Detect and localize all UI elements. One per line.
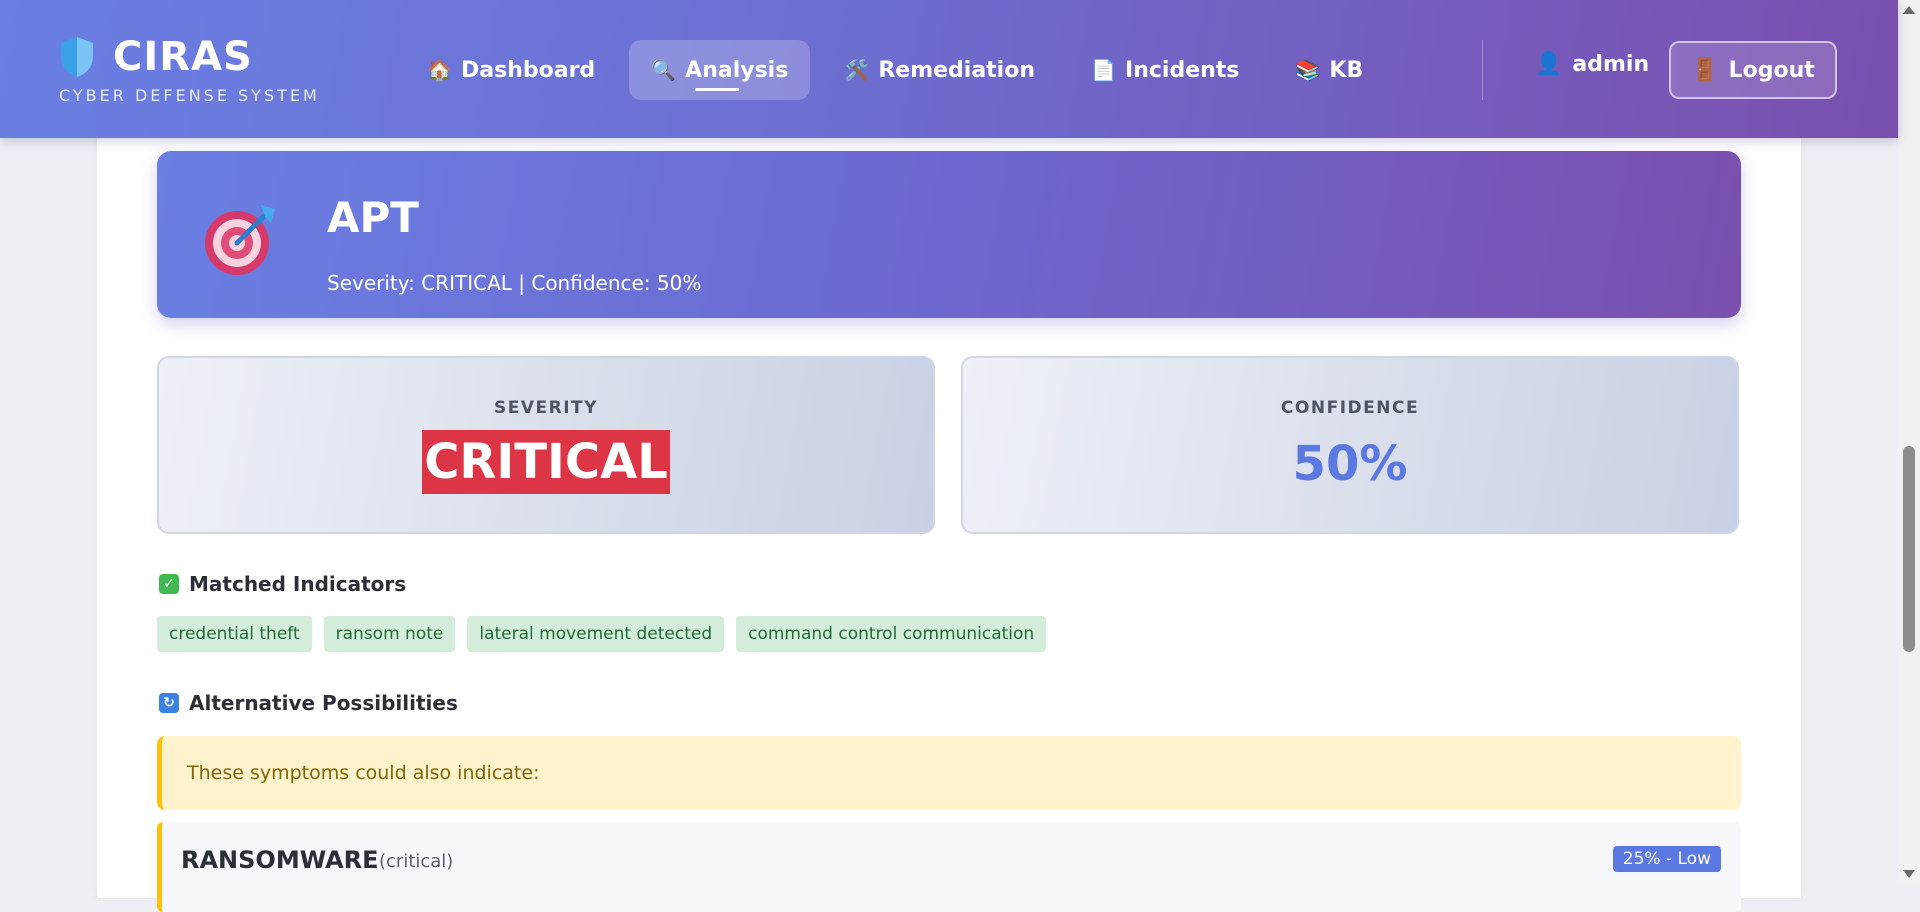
severity-value: CRITICAL (422, 430, 670, 494)
refresh-icon: ↻ (159, 693, 179, 713)
nav-label: Incidents (1125, 57, 1240, 83)
shield-icon (61, 37, 93, 77)
user-icon: 👤 (1535, 52, 1563, 77)
document-icon: 📄 (1091, 58, 1116, 82)
nav-kb[interactable]: 📚 KB (1273, 40, 1385, 100)
threat-subtitle: Severity: CRITICAL | Confidence: 50% (327, 271, 702, 295)
username: admin (1572, 52, 1650, 77)
logout-label: Logout (1728, 57, 1815, 83)
threat-title: APT (327, 193, 419, 242)
alternative-confidence-badge: 25% - Low (1612, 846, 1721, 872)
top-navigation-bar: CIRAS CYBER DEFENSE SYSTEM 🏠 Dashboard 🔍… (0, 0, 1898, 138)
logout-button[interactable]: 🚪 Logout (1669, 41, 1837, 99)
indicator-tag: ransom note (323, 616, 456, 652)
scrollbar-thumb[interactable] (1903, 446, 1915, 652)
target-icon (205, 205, 275, 275)
alternatives-title: Alternative Possibilities (189, 691, 458, 715)
indicator-tags: credential theft ransom note lateral mov… (157, 616, 1047, 652)
nav-label: KB (1329, 57, 1364, 83)
indicator-tag: credential theft (157, 616, 312, 652)
severity-card: SEVERITY CRITICAL (157, 356, 935, 534)
home-icon: 🏠 (427, 58, 452, 82)
indicator-tag: command control communication (736, 616, 1047, 652)
matched-title: Matched Indicators (189, 572, 407, 596)
active-underline (695, 88, 740, 91)
nav-divider (1482, 40, 1483, 100)
scroll-down-arrow[interactable] (1903, 870, 1915, 878)
alternative-name: RANSOMWARE (181, 846, 379, 874)
check-icon: ✓ (159, 574, 179, 594)
magnifier-icon: 🔍 (651, 58, 677, 82)
nav-analysis[interactable]: 🔍 Analysis (629, 40, 811, 100)
threat-summary-banner: APT Severity: CRITICAL | Confidence: 50% (157, 151, 1741, 318)
nav-label: Analysis (685, 57, 789, 83)
nav-incidents[interactable]: 📄 Incidents (1069, 40, 1261, 100)
vertical-scrollbar[interactable] (1898, 0, 1920, 884)
nav-remediation[interactable]: 🛠️ Remediation (822, 40, 1057, 100)
indicator-tag: lateral movement detected (467, 616, 725, 652)
brand-name: CIRAS (113, 34, 253, 80)
user-menu[interactable]: 👤 admin (1535, 52, 1649, 77)
confidence-label: CONFIDENCE (1280, 398, 1420, 418)
alternative-severity: (critical) (379, 851, 454, 872)
confidence-value: 50% (1292, 436, 1408, 492)
scroll-up-arrow[interactable] (1903, 6, 1915, 14)
books-icon: 📚 (1295, 58, 1321, 82)
alternatives-note: These symptoms could also indicate: (157, 736, 1741, 810)
brand-subtitle: CYBER DEFENSE SYSTEM (59, 86, 320, 105)
analysis-panel: APT Severity: CRITICAL | Confidence: 50%… (97, 138, 1801, 912)
alternatives-heading: ↻ Alternative Possibilities (159, 691, 458, 715)
nav-label: Remediation (878, 57, 1036, 83)
brand[interactable]: CIRAS CYBER DEFENSE SYSTEM (59, 34, 320, 105)
tools-icon: 🛠️ (844, 58, 870, 82)
nav-label: Dashboard (461, 57, 596, 83)
confidence-card: CONFIDENCE 50% (961, 356, 1739, 534)
main-nav: 🏠 Dashboard 🔍 Analysis 🛠️ Remediation 📄 … (405, 40, 1385, 100)
alternative-item: RANSOMWARE (critical) 25% - Low (157, 822, 1741, 912)
nav-dashboard[interactable]: 🏠 Dashboard (405, 40, 617, 100)
door-icon: 🚪 (1691, 57, 1719, 83)
matched-indicators-heading: ✓ Matched Indicators (159, 572, 406, 596)
severity-label: SEVERITY (494, 398, 598, 418)
